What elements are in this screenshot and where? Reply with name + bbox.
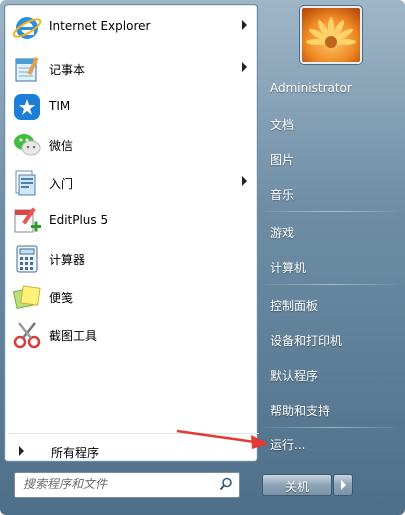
program-label: EditPlus 5	[49, 213, 109, 227]
chevron-right-icon[interactable]	[242, 20, 247, 30]
program-item-sticky-notes[interactable]: 便笺	[7, 279, 255, 315]
divider	[266, 284, 396, 285]
programs-pane: Internet Explorer 记事本 TIM 微信 入门 EditPlus…	[4, 4, 259, 462]
right-item-run[interactable]: 运行...	[262, 430, 398, 456]
program-label: 截图工具	[49, 329, 98, 343]
annotation-arrow	[176, 429, 269, 449]
right-item-label: 控制面板	[270, 299, 319, 313]
right-item-label: 音乐	[270, 188, 295, 202]
notepad-icon	[15, 56, 39, 82]
program-item-notepad[interactable]: 记事本	[7, 51, 255, 87]
right-item-label: 默认程序	[270, 369, 319, 383]
search-input[interactable]	[19, 475, 217, 493]
shutdown-label: 关机	[284, 480, 309, 494]
program-label: 微信	[49, 139, 74, 153]
right-item-label: Administrator	[270, 81, 352, 95]
program-item-internet-explorer[interactable]: Internet Explorer	[7, 9, 255, 45]
sticky-notes-icon	[12, 285, 41, 310]
getting-started-icon	[15, 170, 36, 196]
program-label: 计算器	[49, 253, 86, 267]
program-item-editplus[interactable]: EditPlus 5	[7, 203, 255, 239]
wechat-icon	[14, 134, 41, 156]
program-item-getting-started[interactable]: 入门	[7, 165, 255, 201]
search-box[interactable]	[14, 472, 240, 498]
right-item-label: 设备和打印机	[270, 334, 343, 348]
arrow-right-icon	[19, 446, 24, 456]
user-avatar[interactable]	[300, 6, 362, 64]
chevron-right-icon	[341, 480, 346, 490]
program-label: 便笺	[49, 291, 74, 305]
right-item-default-programs[interactable]: 默认程序	[262, 361, 398, 387]
right-item-label: 计算机	[270, 261, 307, 275]
program-item-snipping-tool[interactable]: 截图工具	[7, 317, 255, 353]
internet-explorer-icon	[12, 17, 42, 39]
tim-icon	[14, 94, 40, 120]
snipping-tool-icon	[13, 322, 41, 349]
shutdown-button[interactable]: 关机	[262, 474, 332, 496]
program-item-calculator[interactable]: 计算器	[7, 241, 255, 277]
program-label: Internet Explorer	[49, 19, 151, 33]
right-item-computer[interactable]: 计算机	[262, 253, 398, 279]
search-icon[interactable]	[219, 477, 233, 491]
program-label: 记事本	[49, 63, 86, 77]
right-item-label: 文档	[270, 118, 295, 132]
right-item-control-panel[interactable]: 控制面板	[262, 291, 398, 317]
right-item-label: 图片	[270, 153, 295, 167]
program-label: TIM	[49, 99, 71, 113]
right-item-label: 运行...	[270, 438, 306, 452]
chevron-right-icon[interactable]	[242, 176, 247, 186]
right-item-label: 帮助和支持	[270, 404, 331, 418]
right-item-documents[interactable]: 文档	[262, 110, 398, 136]
right-item-label: 游戏	[270, 226, 295, 240]
right-item-devices-printers[interactable]: 设备和打印机	[262, 326, 398, 352]
program-item-wechat[interactable]: 微信	[7, 127, 255, 163]
shutdown-options-button[interactable]	[333, 474, 353, 496]
editplus-icon	[14, 207, 41, 233]
calculator-icon	[16, 245, 38, 273]
flower-picture-icon	[302, 8, 360, 62]
right-item-help-support[interactable]: 帮助和支持	[262, 396, 398, 422]
program-label: 入门	[49, 177, 74, 191]
all-programs-label: 所有程序	[51, 446, 100, 460]
program-item-tim[interactable]: TIM	[7, 89, 255, 125]
right-item-pictures[interactable]: 图片	[262, 145, 398, 171]
right-item-games[interactable]: 游戏	[262, 218, 398, 244]
chevron-right-icon[interactable]	[242, 62, 247, 72]
right-item-user[interactable]: Administrator	[262, 75, 398, 101]
divider	[266, 211, 396, 212]
right-item-music[interactable]: 音乐	[262, 180, 398, 206]
start-menu: Internet Explorer 记事本 TIM 微信 入门 EditPlus…	[0, 0, 405, 515]
divider	[266, 427, 396, 428]
